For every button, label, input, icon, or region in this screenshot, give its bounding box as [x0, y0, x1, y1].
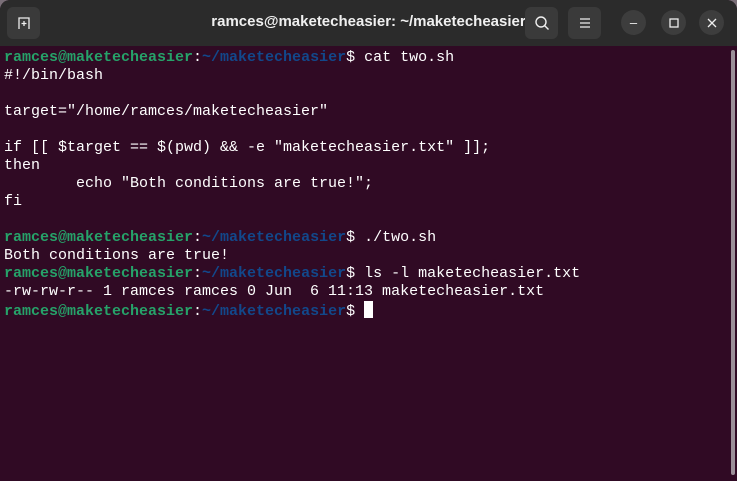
close-icon — [707, 18, 716, 27]
output-line: -rw-rw-r-- 1 ramces ramces 0 Jun 6 11:13… — [4, 283, 545, 300]
maximize-button[interactable] — [661, 10, 686, 35]
search-icon — [534, 16, 549, 30]
minimize-button[interactable]: – — [621, 10, 646, 35]
cursor — [364, 301, 374, 318]
output-line: Both conditions are true! — [4, 247, 230, 264]
prompt-symbol: $ — [346, 229, 365, 246]
prompt-line: ramces@maketecheasier:~/maketecheasier$ … — [4, 229, 580, 247]
command-text: cat two.sh — [364, 49, 455, 66]
prompt-user-host: ramces@maketecheasier — [4, 303, 194, 320]
output-line: target="/home/ramces/maketecheasier" — [4, 103, 329, 120]
terminal-output[interactable]: ramces@maketecheasier:~/maketecheasier$ … — [4, 49, 580, 320]
output-line: fi — [4, 193, 23, 210]
minimize-icon: – — [629, 15, 638, 30]
command-text: ls -l maketecheasier.txt — [364, 265, 581, 282]
hamburger-icon — [579, 18, 590, 28]
prompt-symbol: $ — [346, 49, 365, 66]
maximize-icon — [668, 17, 679, 28]
prompt-symbol: $ — [346, 265, 365, 282]
output-line: echo "Both conditions are true!"; — [4, 175, 374, 192]
title-bar: ramces@maketecheasier: ~/maketecheasier … — [0, 0, 737, 46]
prompt-path: ~/maketecheasier — [202, 303, 347, 320]
prompt-user-host: ramces@maketecheasier — [4, 49, 194, 66]
command-text: ./two.sh — [364, 229, 437, 246]
prompt-path: ~/maketecheasier — [202, 49, 347, 66]
prompt-separator: : — [193, 303, 203, 320]
prompt-line: ramces@maketecheasier:~/maketecheasier$ — [4, 301, 580, 320]
prompt-path: ~/maketecheasier — [202, 229, 347, 246]
prompt-separator: : — [193, 265, 203, 282]
output-line: #!/bin/bash — [4, 67, 104, 84]
output-line: if [[ $target == $(pwd) && -e "maketeche… — [4, 139, 491, 156]
prompt-symbol: $ — [346, 303, 365, 320]
prompt-line: ramces@maketecheasier:~/maketecheasier$ … — [4, 265, 580, 283]
menu-button[interactable] — [568, 7, 601, 39]
prompt-separator: : — [193, 229, 203, 246]
close-button[interactable] — [699, 10, 724, 35]
prompt-path: ~/maketecheasier — [202, 265, 347, 282]
prompt-separator: : — [193, 49, 203, 66]
prompt-user-host: ramces@maketecheasier — [4, 265, 194, 282]
search-button[interactable] — [525, 7, 558, 39]
terminal-window: ramces@maketecheasier: ~/maketecheasier … — [0, 0, 737, 481]
prompt-line: ramces@maketecheasier:~/maketecheasier$ … — [4, 49, 580, 67]
prompt-user-host: ramces@maketecheasier — [4, 229, 194, 246]
scrollbar[interactable] — [731, 50, 735, 475]
output-line: then — [4, 157, 41, 174]
